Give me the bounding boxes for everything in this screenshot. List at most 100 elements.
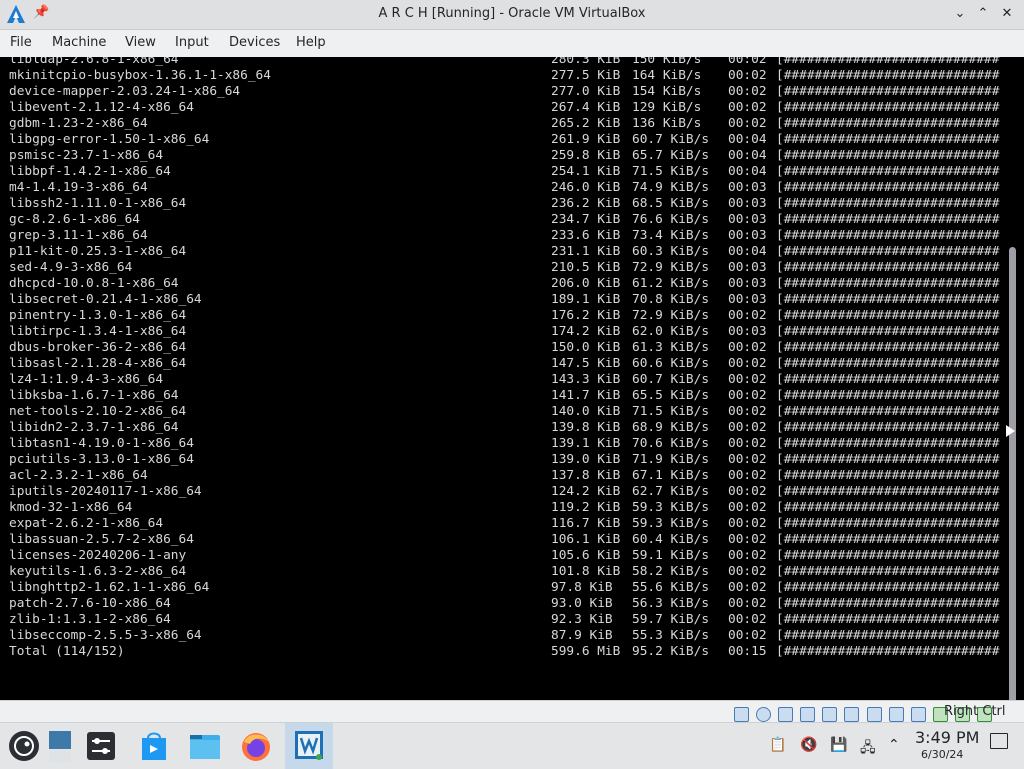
virtualbox-icon [295,731,323,760]
volume-muted-icon[interactable]: 🔇 [800,737,817,753]
package-name: libksba-1.6.7-1-x86_64 [9,388,179,403]
package-name: psmisc-23.7-1-x86_64 [9,148,164,163]
package-name: mkinitcpio-busybox-1.36.1-1-x86_64 [9,68,271,83]
package-size: 176.2 KiB [551,308,621,323]
system-settings-icon[interactable] [83,728,119,764]
progress-bar-text: [############################ [776,116,1000,131]
vm-console[interactable]: libldap-2.6.8-1-x86_64 280.3 KiB 150 KiB/s… [0,57,1024,700]
file-manager-icon[interactable] [187,728,223,764]
console-line: device-mapper-2.03.24-1-x86_64 277.0 KiB 1… [9,84,1009,100]
package-size: 137.8 KiB [551,468,621,483]
package-name: acl-2.3.2-1-x86_64 [9,468,148,483]
usb-icon[interactable] [822,707,838,722]
progress-bar-text: [############################ [776,180,1000,195]
cpu-icon[interactable] [910,707,926,722]
progress-bar-text: [############################ [776,324,1000,339]
download-time: 00:02 [728,340,767,355]
harddisk-icon[interactable] [734,707,749,722]
clock-date[interactable]: 6/30/24 [921,748,963,761]
menu-view[interactable]: View [125,35,156,50]
download-rate: 71.5 KiB/s [632,404,710,419]
console-line: libidn2-2.3.7-1-x86_64 139.8 KiB 68.9 KiB/… [9,420,1009,436]
download-time: 00:02 [728,468,767,483]
progress-bar-text: [############################ [776,564,1000,579]
package-size: 210.5 KiB [551,260,621,275]
package-name: zlib-1:1.3.1-2-x86_64 [9,612,171,627]
download-time: 00:02 [728,580,767,595]
download-time: 00:15 [728,644,767,659]
audio-icon[interactable] [778,707,794,722]
progress-bar-text: [############################ [776,57,1000,67]
package-size: 124.2 KiB [551,484,621,499]
download-time: 00:02 [728,116,767,131]
console-line: keyutils-1.6.3-2-x86_64 101.8 KiB 58.2 KiB… [9,564,1009,580]
download-time: 00:02 [728,436,767,451]
storage-icon[interactable]: 💾 [830,737,847,753]
package-size: 234.7 KiB [551,212,621,227]
download-rate: 62.0 KiB/s [632,324,710,339]
maximize-icon[interactable]: ⌃ [973,4,993,24]
download-time: 00:03 [728,260,767,275]
package-name: expat-2.6.2-1-x86_64 [9,516,164,531]
console-line: gdbm-1.23-2-x86_64 265.2 KiB 136 KiB/s 00:0… [9,116,1009,132]
package-name: libnghttp2-1.62.1-1-x86_64 [9,580,210,595]
download-rate: 61.2 KiB/s [632,276,710,291]
download-rate: 65.5 KiB/s [632,388,710,403]
firefox-icon[interactable] [238,728,274,764]
package-name: device-mapper-2.03.24-1-x86_64 [9,84,241,99]
download-time: 00:02 [728,388,767,403]
console-line: patch-2.7.6-10-x86_64 93.0 KiB 56.3 KiB/s 0… [9,596,1009,612]
package-size: 139.8 KiB [551,420,621,435]
console-line: net-tools-2.10-2-x86_64 140.0 KiB 71.5 KiB… [9,404,1009,420]
download-rate: 71.5 KiB/s [632,164,710,179]
download-time: 00:02 [728,84,767,99]
desktop-pager-icon[interactable] [46,728,82,764]
package-size: 93.0 KiB [551,596,613,611]
network-icon[interactable] [800,707,816,722]
clipboard-icon[interactable]: 📋 [769,737,786,753]
clock-time[interactable]: 3:49 PM [915,728,979,747]
progress-bar-text: [############################ [776,500,1000,515]
vertical-scrollbar[interactable] [1009,247,1016,700]
download-rate: 164 KiB/s [632,68,702,83]
video-capture-icon[interactable] [888,707,904,722]
console-line: libgpg-error-1.50-1-x86_64 261.9 KiB 60.7 … [9,132,1009,148]
menu-help[interactable]: Help [296,35,326,50]
menu-devices[interactable]: Devices [229,35,280,50]
console-line: grep-3.11-1-x86_64 233.6 KiB 73.4 KiB/s 00:… [9,228,1009,244]
progress-bar-text: [############################ [776,340,1000,355]
download-time: 00:02 [728,68,767,83]
progress-bar-text: [############################ [776,260,1000,275]
progress-bar-text: [############################ [776,436,1000,451]
package-name: libevent-2.1.12-4-x86_64 [9,100,194,115]
download-rate: 73.4 KiB/s [632,228,710,243]
download-time: 00:02 [728,628,767,643]
package-name: libsecret-0.21.4-1-x86_64 [9,292,202,307]
download-rate: 95.2 KiB/s [632,644,710,659]
console-line: libevent-2.1.12-4-x86_64 267.4 KiB 129 KiB… [9,100,1009,116]
menu-input[interactable]: Input [175,35,209,50]
tray-expand-icon[interactable]: ⌃ [888,737,900,753]
window-titlebar[interactable]: 📌 A R C H [Running] - Oracle VM VirtualB… [0,0,1024,30]
discover-icon[interactable] [136,728,172,764]
package-size: 139.0 KiB [551,452,621,467]
menu-file[interactable]: File [10,35,32,50]
progress-bar-text: [############################ [776,132,1000,147]
package-name: patch-2.7.6-10-x86_64 [9,596,171,611]
menu-machine[interactable]: Machine [52,35,106,50]
shared-folders-icon[interactable] [844,707,860,722]
show-desktop-icon[interactable] [990,733,1008,749]
close-icon[interactable]: ✕ [997,4,1017,24]
progress-bar-text: [############################ [776,388,1000,403]
optical-drive-icon[interactable] [756,707,772,722]
display-icon[interactable] [866,707,882,722]
progress-bar-text: [############################ [776,244,1000,259]
download-rate: 55.3 KiB/s [632,628,710,643]
minimize-icon[interactable]: ⌄ [950,4,970,24]
download-rate: 136 KiB/s [632,116,702,131]
console-line: kmod-32-1-x86_64 119.2 KiB 59.3 KiB/s 00:02… [9,500,1009,516]
start-menu-icon[interactable] [6,728,42,764]
network-tray-icon[interactable]: 🖧 [860,737,876,761]
download-time: 00:03 [728,324,767,339]
virtualbox-taskbar-button[interactable] [285,723,333,769]
